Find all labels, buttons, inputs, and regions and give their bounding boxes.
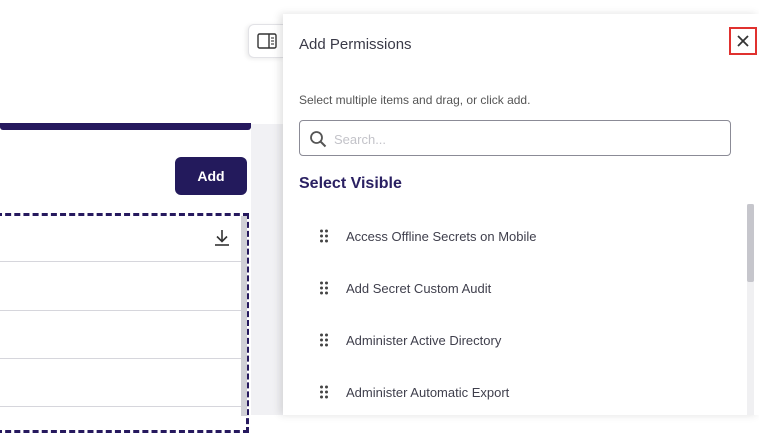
page-edge-shadow [251,124,283,415]
list-item-label: Administer Automatic Export [346,384,510,400]
list-item[interactable]: Administer Automatic Export [299,366,739,415]
grid-row-divider [0,406,241,407]
grid-scrollbar[interactable] [241,216,247,416]
grid-row-divider [0,310,241,311]
list-scrollbar[interactable] [747,204,754,415]
list-item-label: Access Offline Secrets on Mobile [346,228,537,244]
add-button[interactable]: Add [175,157,247,195]
download-icon[interactable] [213,228,231,248]
search-icon [310,131,327,148]
select-visible-link[interactable]: Select Visible [299,175,402,193]
permissions-drop-zone[interactable] [0,213,249,433]
list-item[interactable]: Access Offline Secrets on Mobile [299,210,739,262]
background-page: Add [0,0,283,433]
list-item[interactable]: Add Secret Custom Audit [299,262,739,314]
grid-row-divider [0,358,241,359]
list-item-label: Administer Active Directory [346,332,502,348]
list-scrollbar-thumb[interactable] [747,204,754,282]
page-header-accent-bar [0,123,251,130]
close-button[interactable] [729,27,757,55]
drag-handle-icon[interactable] [319,385,329,399]
list-item-label: Add Secret Custom Audit [346,280,492,296]
toggle-side-panel-button[interactable] [248,24,284,58]
side-panel-icon [256,33,277,49]
add-permissions-panel: Add Permissions Select multiple items an… [283,14,759,415]
list-item[interactable]: Administer Active Directory [299,314,739,366]
drag-handle-icon[interactable] [319,281,329,295]
page-header [0,0,283,124]
search-field[interactable] [299,120,731,156]
drag-handle-icon[interactable] [319,229,329,243]
panel-instructions: Select multiple items and drag, or click… [299,93,531,107]
panel-title: Add Permissions [299,36,412,53]
permissions-list: Access Offline Secrets on Mobile Add Sec… [299,210,739,415]
drag-handle-icon[interactable] [319,333,329,347]
search-input[interactable] [332,122,726,156]
grid-row-divider [0,261,241,262]
close-icon [737,35,749,47]
